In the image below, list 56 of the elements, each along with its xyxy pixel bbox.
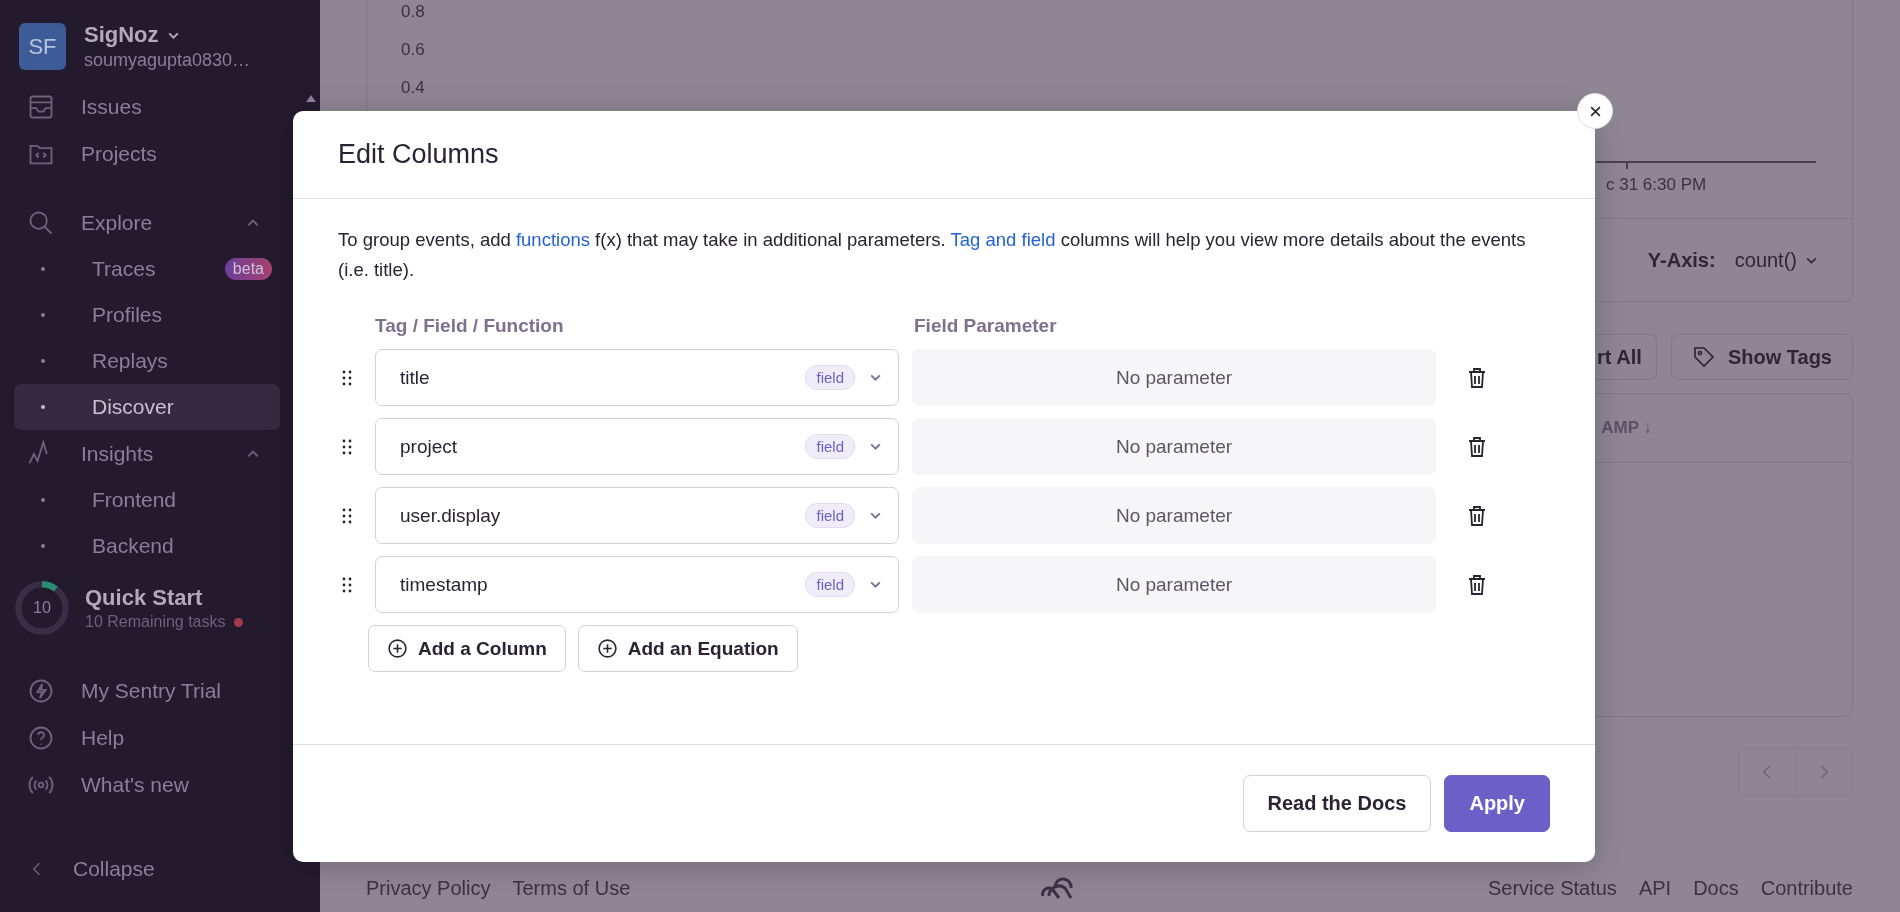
field-badge: field	[805, 365, 855, 390]
sidebar-item[interactable]: My Sentry Trial	[0, 667, 320, 714]
drag-handle-icon[interactable]	[342, 368, 352, 387]
column-select[interactable]: project field	[375, 418, 899, 475]
sidebar-section[interactable]: Insights	[0, 430, 320, 477]
dialog-title: Edit Columns	[293, 111, 1595, 199]
apply-button[interactable]: Apply	[1444, 775, 1550, 832]
sidebar-item[interactable]: Replays	[14, 338, 280, 384]
description: To group events, add functions f(x) that may take in additional parameters. Tag and field columns will help you view more details about the events (i.e. title).	[338, 228, 1527, 282]
sidebar-item[interactable]: Backend	[14, 523, 280, 569]
plus-circle-icon	[387, 638, 408, 659]
add-button[interactable]: Add a Column	[368, 625, 566, 672]
sidebar-section[interactable]: Explore	[0, 199, 320, 246]
footer-link[interactable]: Contribute	[1760, 876, 1853, 900]
beta-badge: beta	[224, 258, 272, 280]
footer-link[interactable]: Service Status	[1487, 876, 1617, 900]
column-select[interactable]: user.display field	[375, 487, 899, 544]
sidebar-item[interactable]: Discover	[14, 384, 280, 430]
field-badge: field	[805, 572, 855, 597]
link[interactable]: functions	[515, 229, 590, 250]
footer-link[interactable]: Docs	[1693, 876, 1739, 900]
column-header: Tag / Field / Function	[375, 315, 565, 337]
sidebar-item[interactable]: Help	[0, 714, 320, 761]
column-select[interactable]: timestamp field	[375, 556, 899, 613]
column-select[interactable]: title field	[375, 349, 899, 406]
field-badge: field	[805, 503, 855, 528]
sidebar-item[interactable]: Profiles	[14, 292, 280, 338]
footer-link[interactable]: Terms of Use	[512, 876, 631, 900]
footer-link[interactable]: Privacy Policy	[366, 876, 491, 900]
quick-start[interactable]: 10 Quick Start 10 Remaining tasks	[0, 571, 320, 637]
org-name[interactable]: SigNoz	[84, 22, 159, 48]
show-tags-button[interactable]: Show Tags	[1670, 334, 1853, 380]
add-button[interactable]: Add an Equation	[577, 625, 798, 672]
y-axis-tick: 0.8	[401, 2, 425, 22]
drag-handle-icon[interactable]	[342, 575, 352, 594]
sidebar-item[interactable]: Frontend	[14, 477, 280, 523]
field-badge: field	[805, 434, 855, 459]
link[interactable]: Tag and field	[950, 229, 1056, 250]
sidebar-item[interactable]: What's new	[0, 761, 320, 808]
drag-handle-icon[interactable]	[342, 506, 352, 525]
tag-icon	[1691, 345, 1716, 369]
y-axis-tick: 0.6	[401, 40, 425, 60]
drag-handle-icon[interactable]	[342, 437, 352, 456]
sidebar-item[interactable]: Traces beta	[14, 246, 280, 292]
org-avatar: SF	[19, 23, 66, 70]
collapse-button[interactable]: Collapse	[0, 845, 320, 892]
footer-link[interactable]: API	[1638, 876, 1672, 900]
plus-circle-icon	[596, 638, 618, 659]
progress-ring: 10	[13, 579, 71, 637]
x-axis-tick: c 31 6:30 PM	[1606, 175, 1707, 195]
account-name: soumyagupta0830…	[84, 50, 251, 71]
y-axis-tick: 0.4	[401, 78, 425, 98]
docs-button[interactable]: Read the Docs	[1242, 775, 1432, 832]
close-icon	[1588, 104, 1602, 118]
y-axis-selector[interactable]: Y-Axis: count()	[1647, 248, 1818, 272]
column-header: Field Parameter	[913, 315, 1058, 337]
